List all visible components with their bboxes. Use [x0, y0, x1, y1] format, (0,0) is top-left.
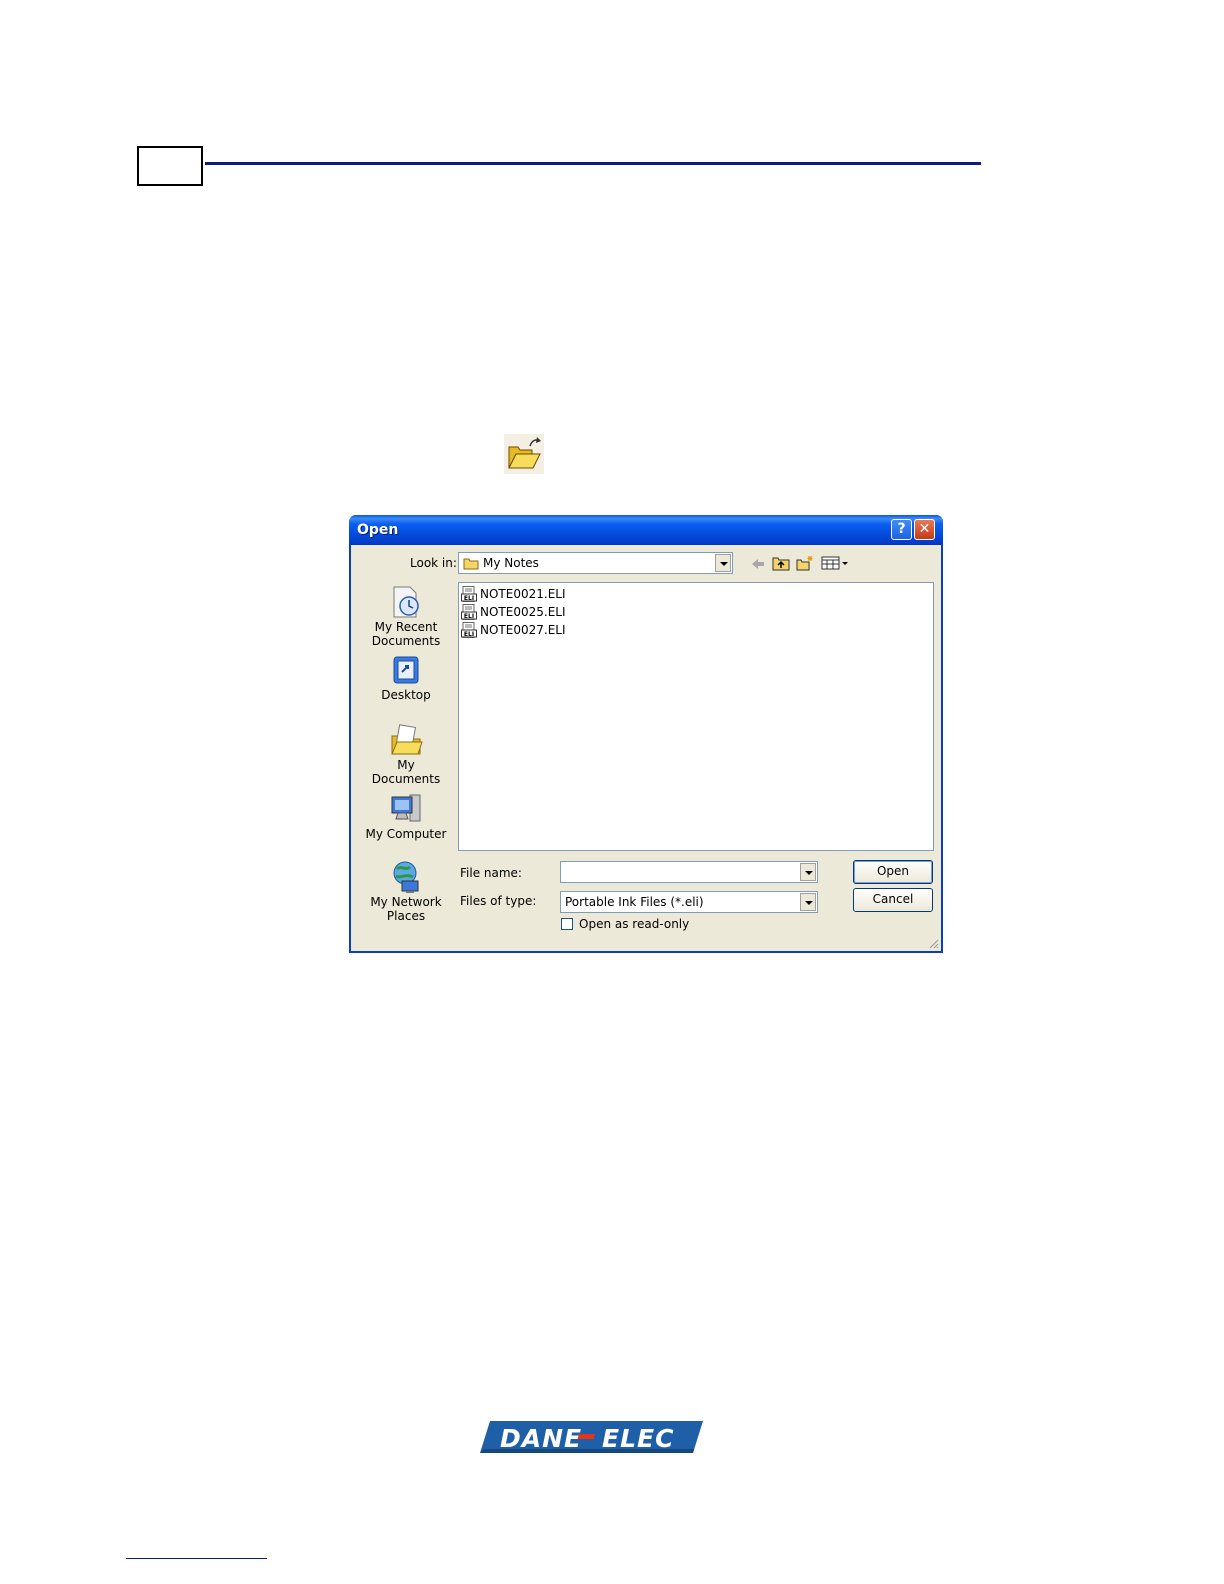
files-of-type-select[interactable]: Portable Ink Files (*.eli): [560, 891, 818, 913]
my-documents-icon: [391, 724, 423, 755]
svg-text:ELI: ELI: [464, 595, 474, 602]
place-label-network: My Network Places: [370, 895, 442, 923]
open-dialog: Open ? ✕ Look in: My Notes My Recent Doc…: [349, 515, 943, 953]
my-computer-icon: [391, 794, 421, 822]
file-name-label: File name:: [460, 866, 522, 880]
place-label-recent: My Recent Documents: [371, 620, 441, 648]
place-label-desktop: Desktop: [381, 688, 431, 702]
file-name: NOTE0025.ELI: [480, 605, 566, 619]
help-button[interactable]: ?: [891, 519, 912, 540]
look-in-dropdown-arrow[interactable]: [715, 554, 731, 572]
dialog-titlebar[interactable]: Open ? ✕: [349, 515, 943, 545]
place-label-my-computer: My Computer: [365, 827, 447, 841]
header-rule: [205, 162, 981, 165]
back-icon[interactable]: [750, 557, 766, 571]
file-name: NOTE0027.ELI: [480, 623, 566, 637]
eli-file-icon: ELI: [461, 586, 477, 602]
read-only-label[interactable]: Open as read-only: [579, 917, 689, 931]
new-folder-icon[interactable]: [796, 555, 814, 571]
cancel-button[interactable]: Cancel: [853, 888, 933, 912]
network-places-icon: [393, 861, 419, 893]
file-list[interactable]: ELI NOTE0021.ELI ELI NOTE0025.ELI ELI NO…: [458, 582, 934, 851]
view-menu-icon[interactable]: [821, 556, 849, 570]
open-folder-icon[interactable]: [504, 434, 544, 474]
files-of-type-label: Files of type:: [460, 894, 537, 908]
file-item[interactable]: ELI NOTE0021.ELI: [461, 585, 566, 603]
file-name-dropdown-arrow[interactable]: [800, 863, 816, 881]
close-button[interactable]: ✕: [914, 519, 935, 540]
dialog-title: Open: [357, 522, 399, 538]
place-network[interactable]: My Network Places: [364, 859, 448, 923]
resize-grip-icon[interactable]: [927, 937, 939, 949]
place-label-my-documents: My Documents: [371, 758, 441, 786]
svg-text:ELI: ELI: [464, 613, 474, 620]
svg-text:ELI: ELI: [464, 631, 474, 638]
footer-rule: [126, 1558, 267, 1559]
eli-file-icon: ELI: [461, 622, 477, 638]
read-only-checkbox[interactable]: [561, 918, 573, 930]
dane-elec-logo: DANE ELEC: [480, 1421, 703, 1453]
file-item[interactable]: ELI NOTE0025.ELI: [461, 603, 566, 621]
look-in-label: Look in:: [410, 556, 457, 570]
folder-icon: [463, 558, 479, 570]
files-of-type-value: Portable Ink Files (*.eli): [565, 895, 704, 909]
up-folder-icon[interactable]: [772, 555, 790, 571]
place-my-computer[interactable]: My Computer: [364, 791, 448, 841]
file-name-input[interactable]: [560, 861, 818, 883]
recent-documents-icon: [393, 586, 419, 618]
eli-file-icon: ELI: [461, 604, 477, 620]
svg-text:ELEC: ELEC: [602, 1424, 674, 1453]
files-of-type-dropdown-arrow[interactable]: [800, 893, 816, 911]
open-button[interactable]: Open: [853, 860, 933, 884]
page-number-box: [137, 146, 203, 186]
file-name: NOTE0021.ELI: [480, 587, 566, 601]
place-recent-documents[interactable]: My Recent Documents: [364, 584, 448, 648]
place-my-documents[interactable]: My Documents: [364, 722, 448, 786]
desktop-icon: [393, 656, 419, 684]
look-in-value: My Notes: [483, 556, 539, 570]
look-in-combo[interactable]: My Notes: [458, 552, 733, 574]
svg-text:DANE: DANE: [500, 1424, 582, 1453]
file-item[interactable]: ELI NOTE0027.ELI: [461, 621, 566, 639]
place-desktop[interactable]: Desktop: [364, 654, 448, 702]
